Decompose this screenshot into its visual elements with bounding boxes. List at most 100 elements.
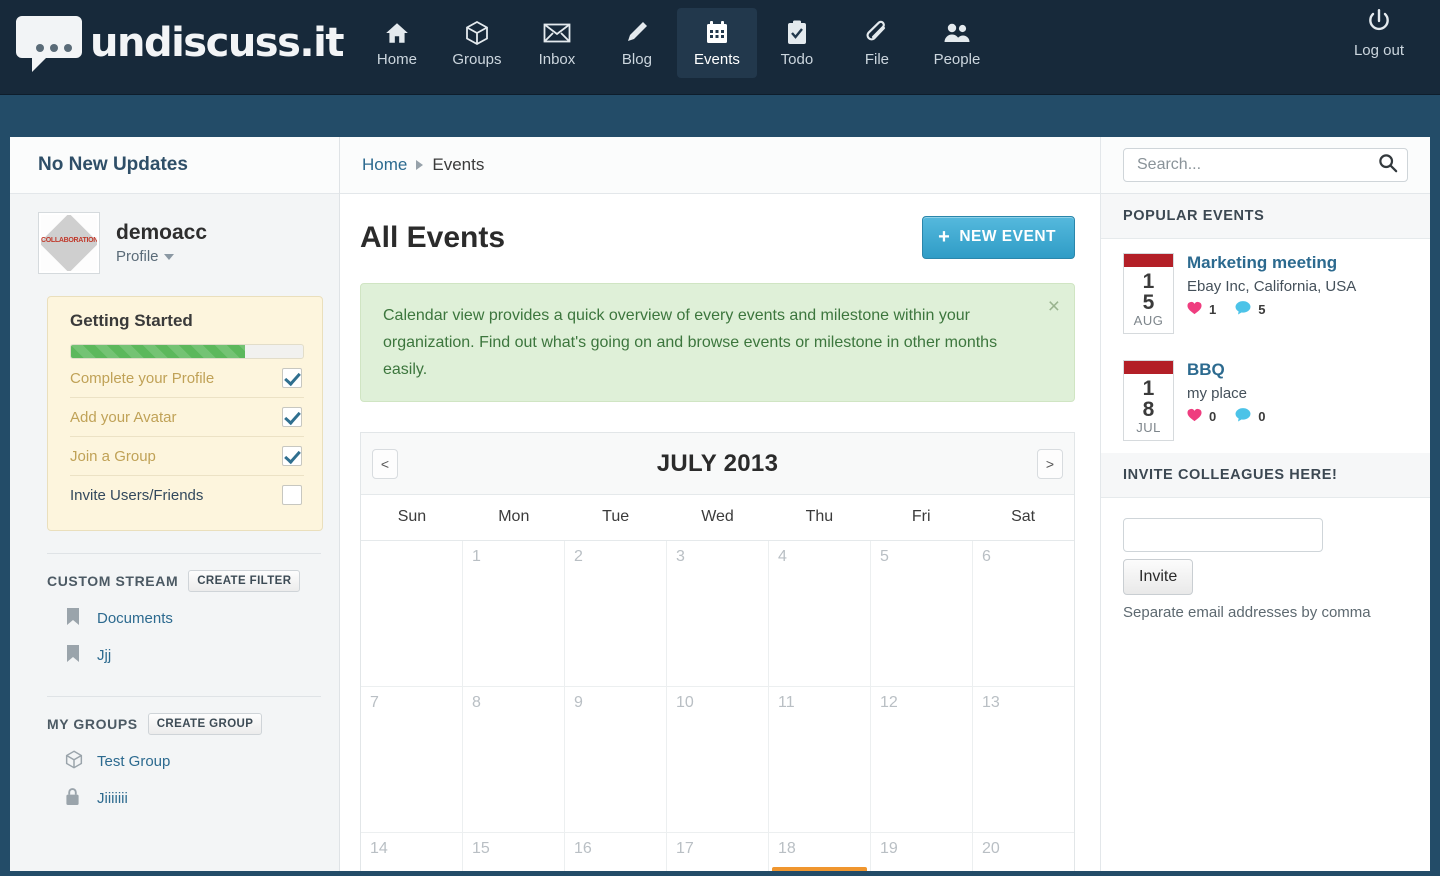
popular-event-row[interactable]: 1 5 AUG Marketing meeting Ebay Inc, Cali… [1101, 239, 1430, 346]
calendar-day-cell[interactable]: 11 [769, 687, 871, 833]
calendar-day-name: Sat [1011, 508, 1036, 525]
bookmark-icon [65, 607, 85, 630]
nav-item-blog-label: Blog [621, 51, 652, 68]
my-groups-title: MY GROUPS [47, 716, 138, 732]
getting-started-title: Getting Started [70, 311, 193, 330]
calendar-day-cell[interactable]: 20 [973, 833, 1074, 871]
calendar-day-name: Fri [911, 508, 931, 525]
event-title[interactable]: Marketing meeting [1187, 253, 1356, 273]
profile-block: COLLABORATION demoacc Profile [10, 194, 339, 274]
close-icon[interactable]: × [1048, 296, 1060, 317]
custom-stream-item[interactable]: Jjj [47, 637, 323, 674]
getting-started-item-label: Join a Group [70, 447, 156, 465]
search-bar [1101, 137, 1430, 194]
event-location: my place [1187, 385, 1248, 402]
calendar-day-number: 7 [370, 694, 379, 711]
logout-button[interactable]: Log out [1336, 8, 1422, 59]
calendar-day-number: 12 [880, 694, 898, 711]
calendar-day-cell[interactable]: 14 [361, 833, 463, 871]
nav-item-todo[interactable]: Todo [757, 8, 837, 78]
profile-username: demoacc [116, 221, 208, 244]
calendar-day-cell[interactable]: 13 [973, 687, 1074, 833]
getting-started-item[interactable]: Add your Avatar [70, 398, 304, 437]
event-title[interactable]: BBQ [1187, 360, 1265, 380]
calendar-event-chip[interactable]: BBQ [772, 867, 867, 871]
getting-started-checkbox[interactable] [282, 407, 302, 427]
calendar-day-number: 20 [982, 840, 1000, 857]
getting-started-checkbox[interactable] [282, 446, 302, 466]
calendar-day-cell[interactable]: 2 [565, 541, 667, 687]
top-navigation-bar: undiscuss.it Home Groups Inbox Blog Even… [0, 0, 1440, 95]
nav-item-groups[interactable]: Groups [437, 8, 517, 78]
calendar-day-cell[interactable]: 5 [871, 541, 973, 687]
my-groups-item[interactable]: Test Group [47, 743, 323, 780]
create-group-button[interactable]: CREATE GROUP [147, 713, 263, 735]
getting-started-panel: Getting Started Complete your Profile Ad… [47, 296, 323, 531]
heart-icon [1187, 301, 1202, 318]
getting-started-item[interactable]: Complete your Profile [70, 359, 304, 398]
event-like-count: 0 [1209, 409, 1217, 424]
nav-item-events[interactable]: Events [676, 8, 757, 78]
speech-bubble-icon [14, 12, 86, 74]
power-icon [1336, 8, 1422, 42]
logout-label: Log out [1353, 42, 1405, 59]
getting-started-checkbox[interactable] [282, 485, 302, 505]
event-comment-count: 5 [1258, 302, 1266, 317]
avatar[interactable]: COLLABORATION [38, 212, 100, 274]
new-event-button[interactable]: + NEW EVENT [922, 216, 1075, 259]
calendar-prev-button[interactable]: < [372, 448, 398, 479]
search-box[interactable] [1123, 148, 1408, 182]
calendar-day-cell[interactable]: 16 [565, 833, 667, 871]
updates-banner[interactable]: No New Updates [10, 137, 339, 194]
nav-item-inbox[interactable]: Inbox [517, 8, 597, 78]
create-filter-button[interactable]: CREATE FILTER [188, 570, 301, 592]
custom-stream-item[interactable]: Documents [47, 600, 323, 637]
lock-icon [65, 787, 85, 810]
people-icon [917, 16, 997, 50]
calendar-day-cell[interactable]: 18 BBQ [769, 833, 871, 871]
getting-started-item[interactable]: Join a Group [70, 437, 304, 476]
search-input[interactable] [1137, 156, 1378, 174]
calendar-day-cell[interactable]: 4 [769, 541, 871, 687]
nav-item-file[interactable]: File [837, 8, 917, 78]
breadcrumb-home[interactable]: Home [362, 155, 407, 175]
info-notice-text: Calendar view provides a quick overview … [383, 307, 998, 378]
calendar-day-cell[interactable] [361, 541, 463, 687]
calendar-day-cell[interactable]: 9 [565, 687, 667, 833]
calendar-day-cell[interactable]: 8 [463, 687, 565, 833]
event-stats: 0 0 [1187, 408, 1265, 425]
calendar-day-cell[interactable]: 10 [667, 687, 769, 833]
calendar-day-names: Sun Mon Tue Wed Thu Fri Sat [361, 495, 1074, 541]
invite-title: INVITE COLLEAGUES HERE! [1123, 467, 1338, 483]
nav-item-blog[interactable]: Blog [597, 8, 677, 78]
invite-email-input[interactable] [1123, 518, 1323, 552]
calendar-day-name: Tue [602, 508, 630, 525]
calendar-day-cell[interactable]: 7 [361, 687, 463, 833]
date-badge-digit: 1 [1142, 270, 1155, 293]
calendar-day-cell[interactable]: 19 [871, 833, 973, 871]
event-date-badge: 1 8 JUL [1123, 360, 1174, 441]
brand-logo-link[interactable]: undiscuss.it [0, 0, 344, 74]
getting-started-progress [70, 344, 304, 359]
getting-started-item[interactable]: Invite Users/Friends [70, 476, 304, 514]
calendar-day-cell[interactable]: 15 [463, 833, 565, 871]
profile-menu-toggle[interactable]: Profile [116, 248, 207, 265]
calendar-day-number: 4 [778, 548, 787, 565]
calendar-day-cell[interactable]: 12 [871, 687, 973, 833]
calendar-day-cell[interactable]: 1 [463, 541, 565, 687]
calendar-day-number: 8 [472, 694, 481, 711]
paperclip-icon [837, 16, 917, 50]
home-icon [357, 16, 437, 50]
nav-item-home[interactable]: Home [357, 8, 437, 78]
popular-event-row[interactable]: 1 8 JUL BBQ my place 0 0 [1101, 346, 1430, 453]
search-icon[interactable] [1378, 153, 1398, 178]
calendar-day-cell[interactable]: 3 [667, 541, 769, 687]
invite-button[interactable]: Invite [1123, 559, 1194, 595]
calendar-next-button[interactable]: > [1036, 448, 1063, 479]
calendar-day-cell[interactable]: 17 [667, 833, 769, 871]
calendar-day-cell[interactable]: 6 [973, 541, 1074, 687]
invite-note: Separate email addresses by comma [1123, 604, 1371, 621]
nav-item-people[interactable]: People [917, 8, 997, 78]
my-groups-item[interactable]: Jiiiiiii [47, 780, 323, 817]
getting-started-checkbox[interactable] [282, 368, 302, 388]
